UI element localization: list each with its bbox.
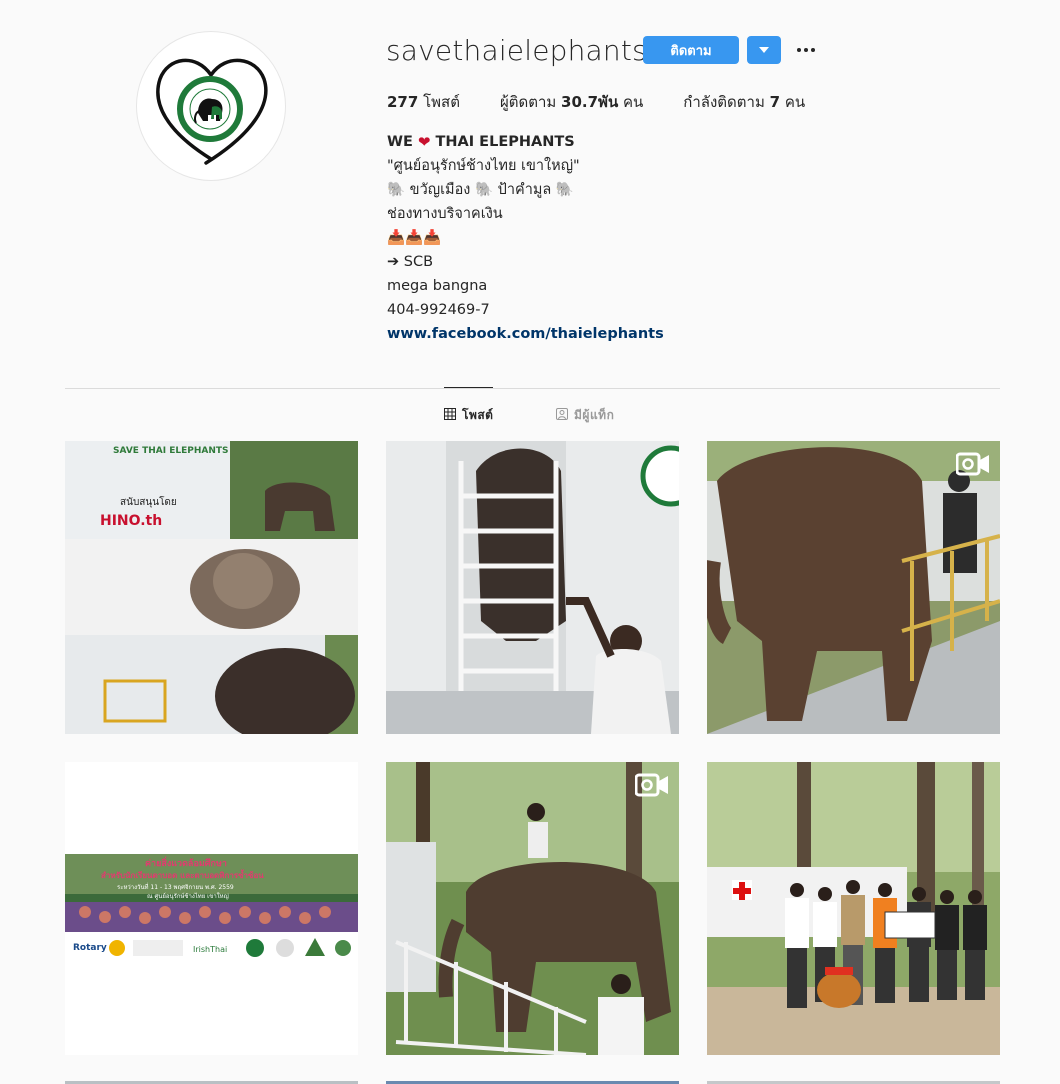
bio-website-link[interactable]: www.facebook.com/thaielephants [387, 322, 664, 346]
post-image [707, 762, 1000, 1055]
svg-text:สนับสนุนโดย: สนับสนุนโดย [120, 495, 177, 508]
svg-text:SAVE THAI ELEPHANTS: SAVE THAI ELEPHANTS [113, 446, 228, 456]
grid-icon [444, 407, 456, 423]
bio-line: "ศูนย์อนุรักษ์ช้างไทย เขาใหญ่" [387, 158, 580, 174]
svg-text:ระหว่างวันที่ 11 - 13 พฤศจิกาย: ระหว่างวันที่ 11 - 13 พฤศจิกายน พ.ศ. 255… [117, 883, 234, 891]
tab-posts[interactable]: โพสต์ [444, 387, 494, 441]
post-thumbnail[interactable] [386, 441, 679, 734]
video-camera-icon [956, 451, 990, 477]
post-thumbnail[interactable] [386, 762, 679, 1055]
svg-text:สำหรับนักเรียนตาบอด และตาบอดพิ: สำหรับนักเรียนตาบอด และตาบอดพิการซ้ำซ้อน [101, 869, 264, 880]
svg-text:Rotary: Rotary [73, 943, 107, 953]
post-image: ค่ายสิ่งแวดล้อมศึกษา สำหรับนักเรียนตาบอด… [65, 762, 358, 1055]
profile-username: savethaielephants [386, 34, 647, 67]
ellipsis-icon [797, 48, 801, 52]
bio-line: 404-992469-7 [387, 302, 490, 318]
heart-icon: ❤ [417, 133, 431, 151]
post-thumbnail[interactable] [707, 762, 1000, 1055]
chevron-down-icon [759, 47, 769, 53]
tagged-icon [556, 407, 568, 423]
profile-avatar[interactable] [136, 31, 286, 181]
followers-stat[interactable]: ผู้ติดตาม 30.7พัน คน [500, 90, 643, 114]
bio-line: 📥📥📥 [387, 230, 442, 246]
post-image [707, 441, 1000, 734]
tabs-divider [65, 388, 1000, 389]
bio-line: ช่องทางบริจาคเงิน [387, 206, 503, 222]
svg-text:HINO.th: HINO.th [100, 513, 162, 529]
logo-heart-icon [156, 58, 268, 165]
post-thumbnail[interactable]: ค่ายสิ่งแวดล้อมศึกษา สำหรับนักเรียนตาบอด… [65, 762, 358, 1055]
profile-bio: WE ❤ THAI ELEPHANTS "ศูนย์อนุรักษ์ช้างไท… [387, 130, 664, 346]
suggestions-dropdown-button[interactable] [747, 36, 781, 64]
more-options-button[interactable] [793, 36, 819, 64]
profile-stats: 277 โพสต์ ผู้ติดตาม 30.7พัน คน กำลังติดต… [387, 90, 845, 114]
bio-line: 🐘 ขวัญเมือง 🐘 ป้าคำมูล 🐘 [387, 182, 574, 198]
follow-button[interactable]: ติดตาม [643, 36, 739, 64]
post-image: SAVE THAI ELEPHANTS สนับสนุนโดย HINO.th [65, 441, 358, 734]
tab-tagged[interactable]: มีผู้แท็ก [556, 388, 614, 442]
following-stat[interactable]: กำลังติดตาม 7 คน [683, 90, 805, 114]
post-thumbnail[interactable] [707, 441, 1000, 734]
svg-text:ณ ศูนย์อนุรักษ์ช้างไทย เขาใหญ่: ณ ศูนย์อนุรักษ์ช้างไทย เขาใหญ่ [147, 892, 229, 900]
post-thumbnail[interactable]: SAVE THAI ELEPHANTS สนับสนุนโดย HINO.th [65, 441, 358, 734]
video-camera-icon [635, 772, 669, 798]
svg-text:IrishThai: IrishThai [193, 945, 227, 954]
posts-stat: 277 โพสต์ [387, 93, 460, 111]
post-image [386, 441, 679, 734]
profile-full-name: WE ❤ THAI ELEPHANTS [387, 130, 664, 154]
post-image [386, 762, 679, 1055]
bio-line: mega bangna [387, 278, 488, 294]
bio-line: ➔ SCB [387, 254, 434, 270]
